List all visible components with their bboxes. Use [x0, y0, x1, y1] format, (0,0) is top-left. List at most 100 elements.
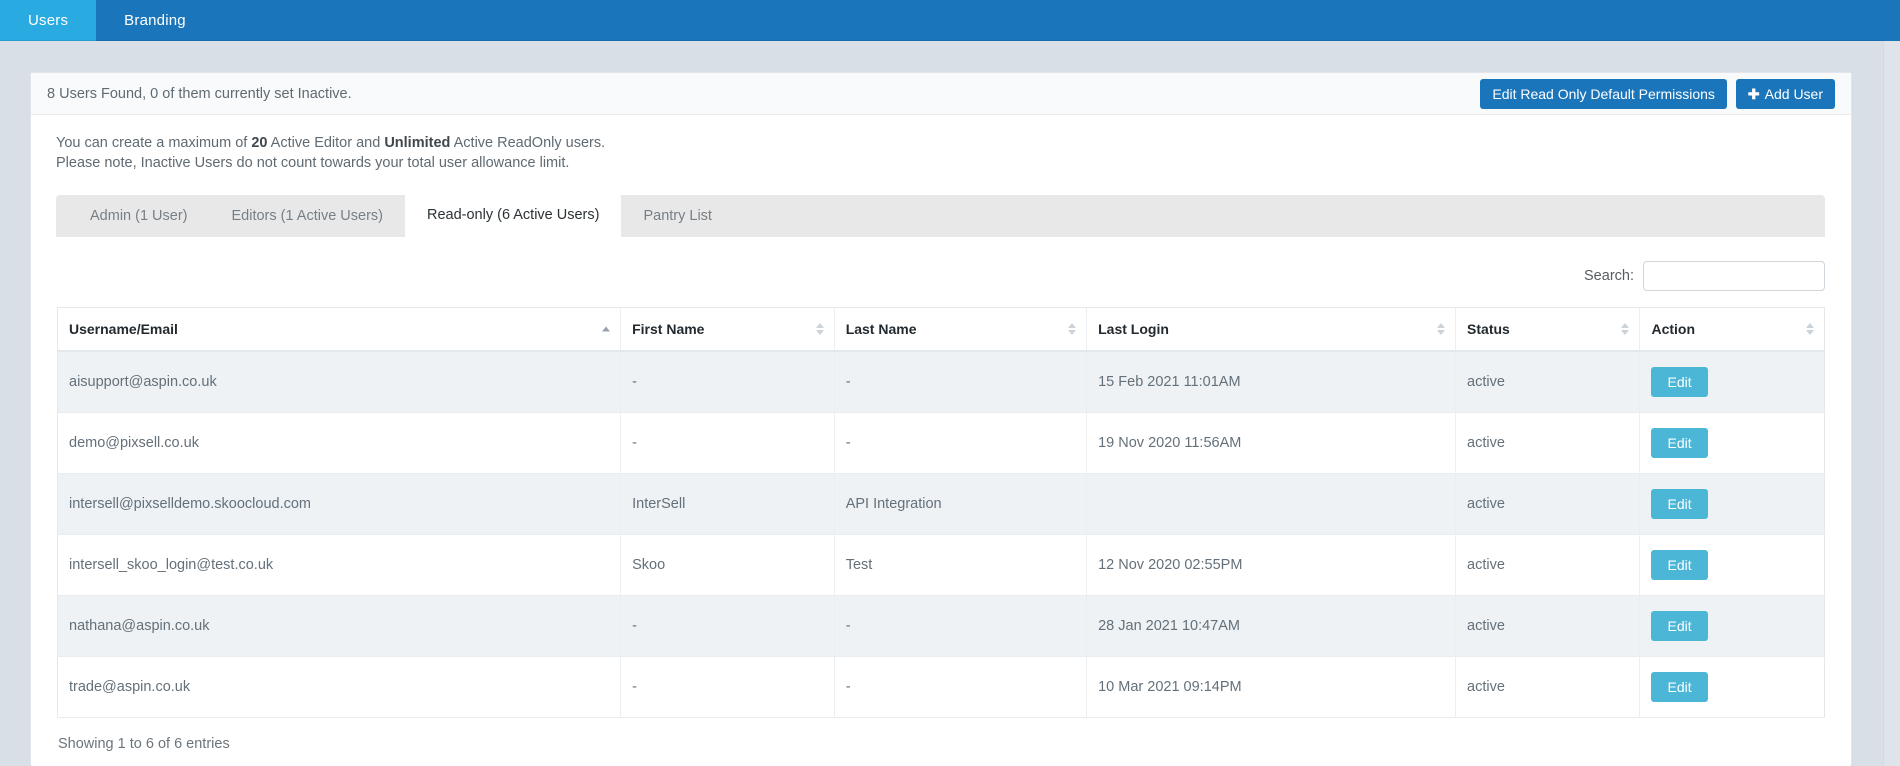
- cell-username: trade@aspin.co.uk: [57, 656, 622, 718]
- cell-status: active: [1455, 595, 1641, 657]
- users-table: Username/Email First Name Last Name Last…: [57, 307, 1825, 718]
- topnav-tab-users[interactable]: Users: [0, 0, 97, 41]
- edit-user-button[interactable]: Edit: [1651, 550, 1708, 580]
- cell-status: active: [1455, 656, 1641, 718]
- cell-username: intersell_skoo_login@test.co.uk: [57, 534, 622, 596]
- edit-read-only-default-permissions-button[interactable]: Edit Read Only Default Permissions: [1480, 78, 1727, 109]
- column-header-action[interactable]: Action: [1639, 307, 1825, 352]
- column-header-first-name[interactable]: First Name: [620, 307, 835, 352]
- column-header-username[interactable]: Username/Email: [57, 307, 622, 352]
- column-header-action-label: Action: [1651, 321, 1696, 337]
- tab-pantry-list-label: Pantry List: [643, 208, 712, 224]
- cell-first-name: Skoo: [620, 534, 835, 596]
- cell-action: Edit: [1639, 412, 1825, 474]
- topnav-tab-branding-label: Branding: [124, 12, 186, 29]
- column-header-first-name-label: First Name: [632, 321, 705, 337]
- cell-last-login: 19 Nov 2020 11:56AM: [1086, 412, 1457, 474]
- cell-action: Edit: [1639, 534, 1825, 596]
- users-panel: 8 Users Found, 0 of them currently set I…: [30, 72, 1852, 766]
- cell-status: active: [1455, 412, 1641, 474]
- search-label: Search:: [1584, 268, 1634, 284]
- edit-user-button[interactable]: Edit: [1651, 367, 1708, 397]
- edit-user-button[interactable]: Edit: [1651, 489, 1708, 519]
- search-row: Search:: [45, 261, 1825, 291]
- column-header-last-name-label: Last Name: [845, 321, 917, 337]
- cell-last-login: 15 Feb 2021 11:01AM: [1086, 351, 1457, 413]
- plus-icon: ✚: [1747, 85, 1760, 102]
- cell-username: demo@pixsell.co.uk: [57, 412, 622, 474]
- column-header-status-label: Status: [1467, 321, 1510, 337]
- cell-username: aisupport@aspin.co.uk: [57, 351, 622, 413]
- tab-pantry-list[interactable]: Pantry List: [621, 195, 734, 237]
- cell-first-name: -: [620, 351, 835, 413]
- column-header-username-label: Username/Email: [69, 321, 178, 337]
- cell-last-name: -: [834, 412, 1088, 474]
- table-header-row: Username/Email First Name Last Name Last…: [57, 307, 1825, 352]
- panel-body: You can create a maximum of 20 Active Ed…: [31, 115, 1851, 766]
- cell-first-name: -: [620, 656, 835, 718]
- tab-read-only-label: Read-only (6 Active Users): [427, 207, 600, 223]
- cell-first-name: InterSell: [620, 473, 835, 535]
- users-table-head: Username/Email First Name Last Name Last…: [57, 307, 1825, 352]
- search-input[interactable]: [1643, 261, 1825, 291]
- users-found-summary: 8 Users Found, 0 of them currently set I…: [47, 85, 352, 102]
- tab-admin-label: Admin (1 User): [90, 208, 188, 224]
- cell-last-login: 12 Nov 2020 02:55PM: [1086, 534, 1457, 596]
- tab-editors-label: Editors (1 Active Users): [231, 208, 384, 224]
- table-row: intersell@pixselldemo.skoocloud.com Inte…: [57, 473, 1825, 535]
- add-user-button[interactable]: ✚ Add User: [1735, 78, 1835, 109]
- edit-user-button[interactable]: Edit: [1651, 428, 1708, 458]
- notice-line1-post: Active ReadOnly users.: [450, 135, 606, 151]
- tab-admin[interactable]: Admin (1 User): [68, 195, 210, 237]
- cell-action: Edit: [1639, 473, 1825, 535]
- topnav-tab-branding[interactable]: Branding: [96, 0, 214, 41]
- users-table-body: aisupport@aspin.co.uk - - 15 Feb 2021 11…: [57, 351, 1825, 718]
- users-table-wrapper: Username/Email First Name Last Name Last…: [57, 307, 1825, 718]
- notice-line1: You can create a maximum of 20 Active Ed…: [56, 135, 605, 151]
- sort-toggle-icon: [1068, 323, 1077, 335]
- cell-last-login: 28 Jan 2021 10:47AM: [1086, 595, 1457, 657]
- edit-user-button[interactable]: Edit: [1651, 611, 1708, 641]
- notice-line1-editor-limit: 20: [251, 135, 268, 151]
- notice-line1-mid: Active Editor and: [267, 135, 385, 151]
- tab-read-only[interactable]: Read-only (6 Active Users): [405, 193, 622, 237]
- cell-status: active: [1455, 534, 1641, 596]
- panel-heading: 8 Users Found, 0 of them currently set I…: [31, 73, 1851, 115]
- tab-editors[interactable]: Editors (1 Active Users): [210, 195, 406, 237]
- cell-username: intersell@pixselldemo.skoocloud.com: [57, 473, 622, 535]
- notice-line2: Please note, Inactive Users do not count…: [56, 155, 570, 171]
- column-header-last-login[interactable]: Last Login: [1086, 307, 1457, 352]
- cell-last-name: -: [834, 656, 1088, 718]
- cell-action: Edit: [1639, 351, 1825, 413]
- cell-last-name: -: [834, 351, 1088, 413]
- cell-status: active: [1455, 351, 1641, 413]
- user-allowance-notice: You can create a maximum of 20 Active Ed…: [56, 133, 1837, 173]
- cell-last-login: [1086, 473, 1457, 535]
- cell-last-login: 10 Mar 2021 09:14PM: [1086, 656, 1457, 718]
- cell-action: Edit: [1639, 656, 1825, 718]
- sort-toggle-icon: [1437, 323, 1446, 335]
- cell-first-name: -: [620, 595, 835, 657]
- sort-toggle-icon: [1806, 323, 1814, 335]
- column-header-status[interactable]: Status: [1455, 307, 1641, 352]
- table-row: nathana@aspin.co.uk - - 28 Jan 2021 10:4…: [57, 595, 1825, 657]
- table-row: intersell_skoo_login@test.co.uk Skoo Tes…: [57, 534, 1825, 596]
- cell-last-name: API Integration: [834, 473, 1088, 535]
- edit-user-button[interactable]: Edit: [1651, 672, 1708, 702]
- panel-heading-actions: Edit Read Only Default Permissions ✚ Add …: [1480, 78, 1835, 109]
- cell-last-name: -: [834, 595, 1088, 657]
- topnav-tab-users-label: Users: [28, 12, 69, 29]
- cell-action: Edit: [1639, 595, 1825, 657]
- page-scrollbar[interactable]: [1883, 0, 1900, 766]
- table-row: aisupport@aspin.co.uk - - 15 Feb 2021 11…: [57, 351, 1825, 413]
- cell-username: nathana@aspin.co.uk: [57, 595, 622, 657]
- column-header-last-login-label: Last Login: [1098, 321, 1169, 337]
- sort-toggle-icon: [1621, 323, 1630, 335]
- user-role-tabs: Admin (1 User) Editors (1 Active Users) …: [56, 193, 1825, 237]
- edit-permissions-label: Edit Read Only Default Permissions: [1492, 85, 1715, 102]
- table-row: trade@aspin.co.uk - - 10 Mar 2021 09:14P…: [57, 656, 1825, 718]
- column-header-last-name[interactable]: Last Name: [834, 307, 1088, 352]
- table-row: demo@pixsell.co.uk - - 19 Nov 2020 11:56…: [57, 412, 1825, 474]
- notice-line1-readonly-limit: Unlimited: [384, 135, 451, 151]
- cell-first-name: -: [620, 412, 835, 474]
